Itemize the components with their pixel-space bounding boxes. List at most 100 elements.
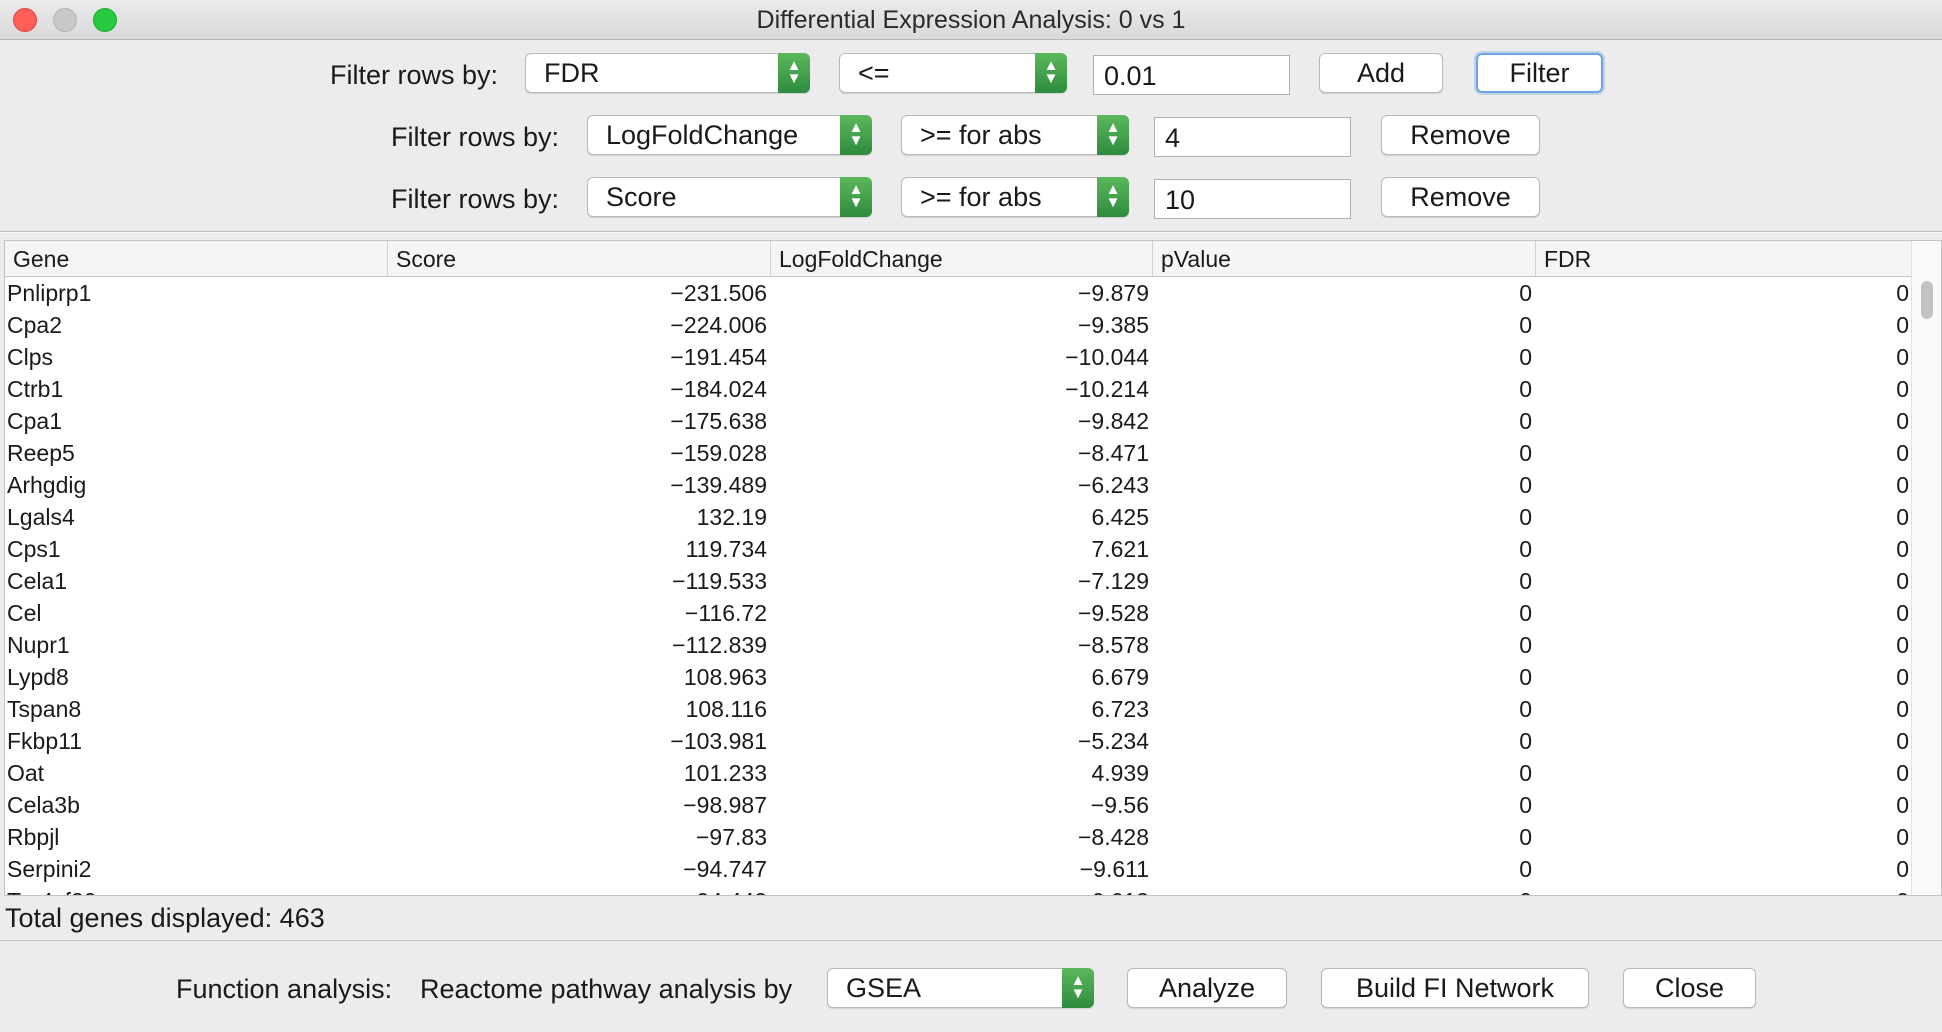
pvalue-cell: 0 [1153, 885, 1536, 895]
gene-cell: Cpa1 [7, 408, 62, 434]
chevron-updown-icon: ▲ ▼ [840, 177, 872, 217]
table-row[interactable]: Cela1 −119.533 −7.129 0 0 [5, 565, 1913, 597]
table-row[interactable]: Tspan8 108.116 6.723 0 0 [5, 693, 1913, 725]
filter-column-select-3[interactable]: Score ▲ ▼ [587, 177, 872, 217]
column-header-fdr[interactable]: FDR [1536, 241, 1913, 277]
filter-operator-select-3[interactable]: >= for abs ▲ ▼ [901, 177, 1129, 217]
table-row[interactable]: Fkbp11 −103.981 −5.234 0 0 [5, 725, 1913, 757]
table-body: Pnliprp1 −231.506 −9.879 0 0 Cpa2 −224.006 −9.3… [5, 277, 1913, 895]
table-row[interactable]: Lgals4 132.19 6.425 0 0 [5, 501, 1913, 533]
fdr-cell: 0 [1896, 568, 1909, 594]
analyze-button[interactable]: Analyze [1127, 968, 1287, 1008]
table-row[interactable]: Ctrb1 −184.024 −10.214 0 0 [5, 373, 1913, 405]
pvalue-cell: 0 [1519, 280, 1532, 306]
logfoldchange-cell: 4.939 [1091, 760, 1149, 786]
pvalue-cell: 0 [1519, 696, 1532, 722]
table-row[interactable]: Clps −191.454 −10.044 0 0 [5, 341, 1913, 373]
chevron-updown-icon: ▲ ▼ [778, 53, 810, 93]
table-row[interactable]: Reep5 −159.028 −8.471 0 0 [5, 437, 1913, 469]
title-bar: Differential Expression Analysis: 0 vs 1 [0, 0, 1942, 40]
pvalue-cell: 0 [1519, 760, 1532, 786]
filter-value-field-2[interactable]: 4 [1154, 117, 1351, 157]
pvalue-cell: 0 [1519, 792, 1532, 818]
table-row[interactable]: Cps1 119.734 7.621 0 0 [5, 533, 1913, 565]
score-cell: −184.024 [670, 376, 767, 402]
logfoldchange-cell: 7.621 [1091, 536, 1149, 562]
gene-cell: Pnliprp1 [7, 280, 92, 306]
logfoldchange-cell: −10.044 [1065, 344, 1149, 370]
fdr-cell: 0 [1896, 408, 1909, 434]
table-row[interactable]: Rbpjl −97.83 −8.428 0 0 [5, 821, 1913, 853]
gene-cell: Lgals4 [7, 504, 75, 530]
gene-cell: Lypd8 [7, 664, 69, 690]
table-row[interactable]: Pnliprp1 −231.506 −9.879 0 0 [5, 277, 1913, 309]
filter-column-value-2: LogFoldChange [606, 120, 799, 150]
build-fi-network-button[interactable]: Build FI Network [1321, 968, 1589, 1008]
analysis-method-select[interactable]: GSEA ▲ ▼ [827, 968, 1094, 1008]
scrollbar-thumb[interactable] [1921, 281, 1933, 319]
table-row[interactable]: Tm4sf20−94.442−6.61300 [5, 885, 1913, 895]
pvalue-cell: 0 [1519, 504, 1532, 530]
total-genes-status: Total genes displayed: 463 [5, 903, 325, 933]
filter-value-field-1[interactable]: 0.01 [1093, 55, 1290, 95]
logfoldchange-cell: −10.214 [1065, 376, 1149, 402]
filter-button[interactable]: Filter [1476, 53, 1603, 93]
logfoldchange-cell: −9.385 [1078, 312, 1149, 338]
chevron-updown-icon: ▲ ▼ [840, 115, 872, 155]
chevron-updown-icon: ▲ ▼ [1097, 115, 1129, 155]
table-row[interactable]: Lypd8 108.963 6.679 0 0 [5, 661, 1913, 693]
filter-value-field-3[interactable]: 10 [1154, 179, 1351, 219]
filter-label-2: Filter rows by: [391, 122, 560, 152]
gene-cell: Reep5 [7, 440, 75, 466]
filter-column-select-2[interactable]: LogFoldChange ▲ ▼ [587, 115, 872, 155]
table-row[interactable]: Serpini2 −94.747 −9.611 0 0 [5, 853, 1913, 885]
filter-operator-select-1[interactable]: <= ▲ ▼ [839, 53, 1067, 93]
logfoldchange-cell: −8.578 [1078, 632, 1149, 658]
column-header-score[interactable]: Score [388, 241, 771, 277]
score-cell: −139.489 [670, 472, 767, 498]
results-table[interactable]: Gene Score LogFoldChange pValue FDR Pnli… [4, 240, 1942, 896]
score-cell: −175.638 [670, 408, 767, 434]
table-row[interactable]: Nupr1 −112.839 −8.578 0 0 [5, 629, 1913, 661]
gene-cell: Arhgdig [7, 472, 87, 498]
fdr-cell: 0 [1896, 504, 1909, 530]
analysis-method-value: GSEA [846, 973, 922, 1003]
vertical-scrollbar[interactable] [1911, 241, 1941, 895]
filter-operator-value-1: <= [858, 58, 890, 88]
column-header-pvalue[interactable]: pValue [1153, 241, 1536, 277]
fdr-cell: 0 [1896, 312, 1909, 338]
filter-column-value-3: Score [606, 182, 677, 212]
table-row[interactable]: Cpa2 −224.006 −9.385 0 0 [5, 309, 1913, 341]
gene-cell: Cela1 [7, 568, 68, 594]
bottom-bar: Function analysis: Reactome pathway anal… [0, 940, 1942, 1032]
score-cell: 108.116 [685, 696, 767, 722]
gene-cell: Cpa2 [7, 312, 62, 338]
pvalue-cell: 0 [1519, 600, 1532, 626]
score-cell: 132.19 [696, 504, 767, 530]
pvalue-cell: 0 [1519, 408, 1532, 434]
score-cell: −231.506 [670, 280, 767, 306]
filter-operator-select-2[interactable]: >= for abs ▲ ▼ [901, 115, 1129, 155]
column-header-gene[interactable]: Gene [5, 241, 388, 277]
gene-cell: Cps1 [7, 536, 61, 562]
chevron-updown-icon: ▲ ▼ [1062, 968, 1094, 1008]
gene-cell: Ctrb1 [7, 376, 64, 402]
logfoldchange-cell: −9.842 [1078, 408, 1149, 434]
column-header-logfoldchange[interactable]: LogFoldChange [771, 241, 1153, 277]
table-row[interactable]: Oat 101.233 4.939 0 0 [5, 757, 1913, 789]
pvalue-cell: 0 [1519, 824, 1532, 850]
gene-cell: Fkbp11 [7, 728, 83, 754]
table-row[interactable]: Arhgdig −139.489 −6.243 0 0 [5, 469, 1913, 501]
remove-filter-button-3[interactable]: Remove [1381, 177, 1540, 217]
logfoldchange-cell: −9.611 [1079, 856, 1149, 882]
remove-filter-button-2[interactable]: Remove [1381, 115, 1540, 155]
table-row[interactable]: Cpa1 −175.638 −9.842 0 0 [5, 405, 1913, 437]
score-cell: −224.006 [670, 312, 767, 338]
fdr-cell: 0 [1896, 760, 1909, 786]
close-button[interactable]: Close [1623, 968, 1756, 1008]
table-row[interactable]: Cel −116.72 −9.528 0 0 [5, 597, 1913, 629]
score-cell: −103.981 [670, 728, 767, 754]
filter-column-select-1[interactable]: FDR ▲ ▼ [525, 53, 810, 93]
table-row[interactable]: Cela3b −98.987 −9.56 0 0 [5, 789, 1913, 821]
add-filter-button[interactable]: Add [1319, 53, 1443, 93]
